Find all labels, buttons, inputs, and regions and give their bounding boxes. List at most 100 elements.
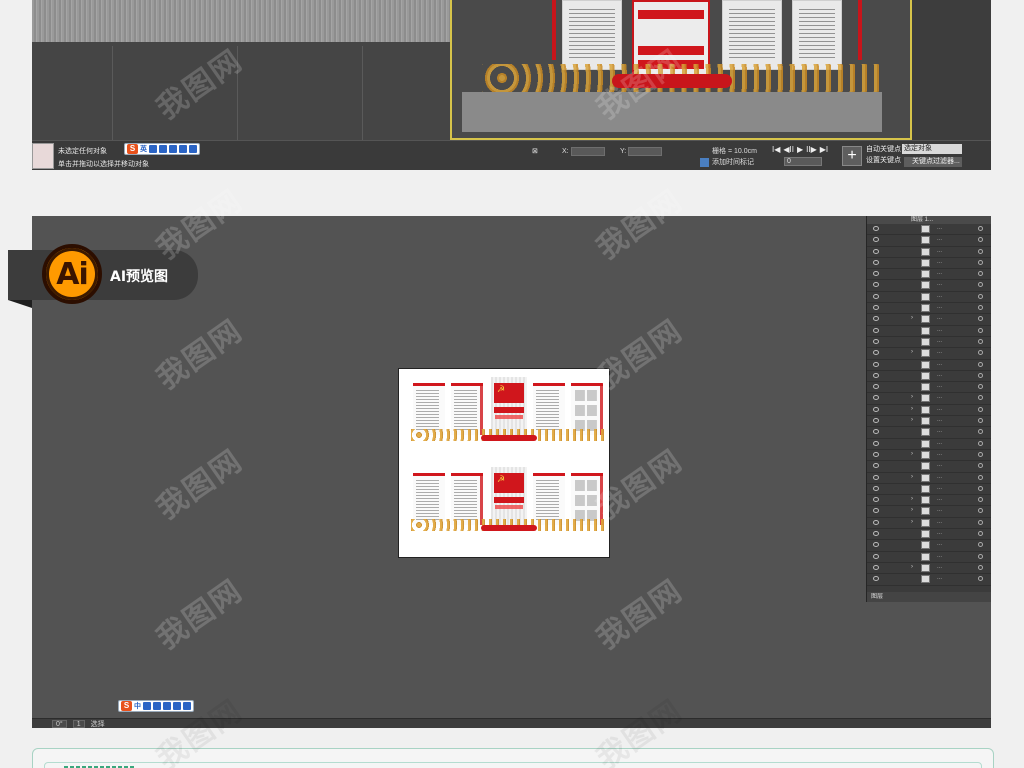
- target-circle-icon[interactable]: [978, 372, 983, 378]
- visibility-eye-icon[interactable]: [873, 418, 879, 424]
- artboard-number-field[interactable]: 1: [72, 719, 85, 728]
- target-circle-icon[interactable]: [978, 497, 983, 503]
- visibility-eye-icon[interactable]: [873, 451, 879, 457]
- ime-language-toggle[interactable]: 英: [140, 144, 147, 154]
- visibility-eye-icon[interactable]: [873, 519, 879, 525]
- target-circle-icon[interactable]: [978, 485, 983, 491]
- target-circle-icon[interactable]: [978, 418, 983, 424]
- visibility-eye-icon[interactable]: [873, 237, 879, 243]
- target-circle-icon[interactable]: [978, 293, 983, 299]
- layer-row[interactable]: ›...: [867, 563, 991, 575]
- visibility-eye-icon[interactable]: [873, 395, 879, 401]
- microphone-icon[interactable]: [159, 145, 167, 153]
- go-to-start-button[interactable]: I◀: [772, 145, 780, 154]
- target-circle-icon[interactable]: [978, 440, 983, 446]
- auto-key-button[interactable]: 自动关键点: [866, 144, 901, 155]
- layer-row[interactable]: ...: [867, 224, 991, 236]
- target-circle-icon[interactable]: [978, 395, 983, 401]
- visibility-eye-icon[interactable]: [873, 259, 879, 265]
- expand-arrow-icon[interactable]: ›: [911, 417, 913, 423]
- maxscript-listener-thumb[interactable]: [32, 143, 54, 169]
- target-circle-icon[interactable]: [978, 338, 983, 344]
- visibility-eye-icon[interactable]: [873, 576, 879, 582]
- layer-row[interactable]: ...: [867, 439, 991, 450]
- target-circle-icon[interactable]: [978, 350, 983, 356]
- play-button[interactable]: ▶: [797, 145, 803, 154]
- visibility-eye-icon[interactable]: [873, 338, 879, 344]
- visibility-eye-icon[interactable]: [873, 564, 879, 570]
- layer-row[interactable]: ...: [867, 292, 991, 304]
- target-circle-icon[interactable]: [978, 531, 983, 537]
- visibility-eye-icon[interactable]: [873, 553, 879, 559]
- visibility-eye-icon[interactable]: [873, 440, 879, 446]
- key-filters-button[interactable]: 关键点过滤器...: [904, 157, 962, 167]
- layer-row[interactable]: ...: [867, 326, 991, 337]
- artboard[interactable]: ☭ ☭: [398, 368, 610, 558]
- layer-row[interactable]: ...: [867, 427, 991, 439]
- coord-y-input[interactable]: [628, 147, 663, 156]
- target-circle-icon[interactable]: [978, 451, 983, 457]
- visibility-eye-icon[interactable]: [873, 429, 879, 435]
- next-frame-button[interactable]: II▶: [806, 145, 817, 154]
- visibility-eye-icon[interactable]: [873, 485, 879, 491]
- keyboard-icon[interactable]: [163, 702, 171, 710]
- layer-row[interactable]: ...: [867, 269, 991, 281]
- layer-row[interactable]: ›...: [867, 495, 991, 507]
- visibility-eye-icon[interactable]: [873, 226, 879, 231]
- target-circle-icon[interactable]: [978, 474, 983, 480]
- target-circle-icon[interactable]: [978, 237, 983, 243]
- visibility-eye-icon[interactable]: [873, 271, 879, 277]
- visibility-eye-icon[interactable]: [873, 372, 879, 378]
- target-circle-icon[interactable]: [978, 282, 983, 288]
- target-circle-icon[interactable]: [978, 553, 983, 559]
- layer-row[interactable]: ›...: [867, 518, 991, 530]
- visibility-eye-icon[interactable]: [873, 361, 879, 367]
- layers-panel-footer[interactable]: 图层: [867, 592, 991, 602]
- layer-row[interactable]: ...: [867, 235, 991, 247]
- layer-row[interactable]: ...: [867, 280, 991, 292]
- set-key-plus-button[interactable]: +: [842, 146, 862, 166]
- skin-icon[interactable]: [173, 702, 181, 710]
- target-circle-icon[interactable]: [978, 226, 983, 231]
- punctuation-icon[interactable]: [143, 702, 151, 710]
- visibility-eye-icon[interactable]: [873, 248, 879, 254]
- coord-x-input[interactable]: [570, 147, 605, 156]
- layer-row[interactable]: ...: [867, 529, 991, 541]
- target-circle-icon[interactable]: [978, 576, 983, 582]
- punctuation-icon[interactable]: [149, 145, 157, 153]
- visibility-eye-icon[interactable]: [873, 508, 879, 514]
- visibility-eye-icon[interactable]: [873, 282, 879, 288]
- add-time-tag[interactable]: 添加时间标记: [700, 157, 754, 167]
- set-key-button[interactable]: 设置关键点: [866, 155, 901, 166]
- target-circle-icon[interactable]: [978, 384, 983, 390]
- expand-arrow-icon[interactable]: ›: [911, 349, 913, 355]
- expand-arrow-icon[interactable]: ›: [911, 474, 913, 480]
- rotate-view-field[interactable]: 0°: [52, 719, 67, 728]
- lock-selection-icon[interactable]: ⊠: [532, 147, 538, 155]
- visibility-eye-icon[interactable]: [873, 542, 879, 548]
- target-circle-icon[interactable]: [978, 271, 983, 277]
- visibility-eye-icon[interactable]: [873, 350, 879, 356]
- layers-panel-header[interactable]: 图层 1...: [867, 216, 991, 224]
- layer-row[interactable]: ›...: [867, 473, 991, 484]
- expand-arrow-icon[interactable]: ›: [911, 315, 913, 321]
- microphone-icon[interactable]: [153, 702, 161, 710]
- target-circle-icon[interactable]: [978, 429, 983, 435]
- grid-menu-icon[interactable]: [189, 145, 197, 153]
- expand-arrow-icon[interactable]: ›: [911, 496, 913, 502]
- visibility-eye-icon[interactable]: [873, 384, 879, 390]
- target-circle-icon[interactable]: [978, 406, 983, 412]
- visibility-eye-icon[interactable]: [873, 474, 879, 480]
- target-circle-icon[interactable]: [978, 542, 983, 548]
- expand-arrow-icon[interactable]: ›: [911, 406, 913, 412]
- layer-row[interactable]: ...: [867, 258, 991, 270]
- coord-x[interactable]: X:: [562, 147, 605, 156]
- visibility-eye-icon[interactable]: [873, 531, 879, 537]
- layer-row[interactable]: ›...: [867, 314, 991, 326]
- target-circle-icon[interactable]: [978, 327, 983, 333]
- target-circle-icon[interactable]: [978, 463, 983, 469]
- target-circle-icon[interactable]: [978, 361, 983, 367]
- ime-toolbar[interactable]: S 中: [118, 700, 194, 712]
- layer-row[interactable]: ...: [867, 540, 991, 552]
- layer-row[interactable]: ...: [867, 360, 991, 371]
